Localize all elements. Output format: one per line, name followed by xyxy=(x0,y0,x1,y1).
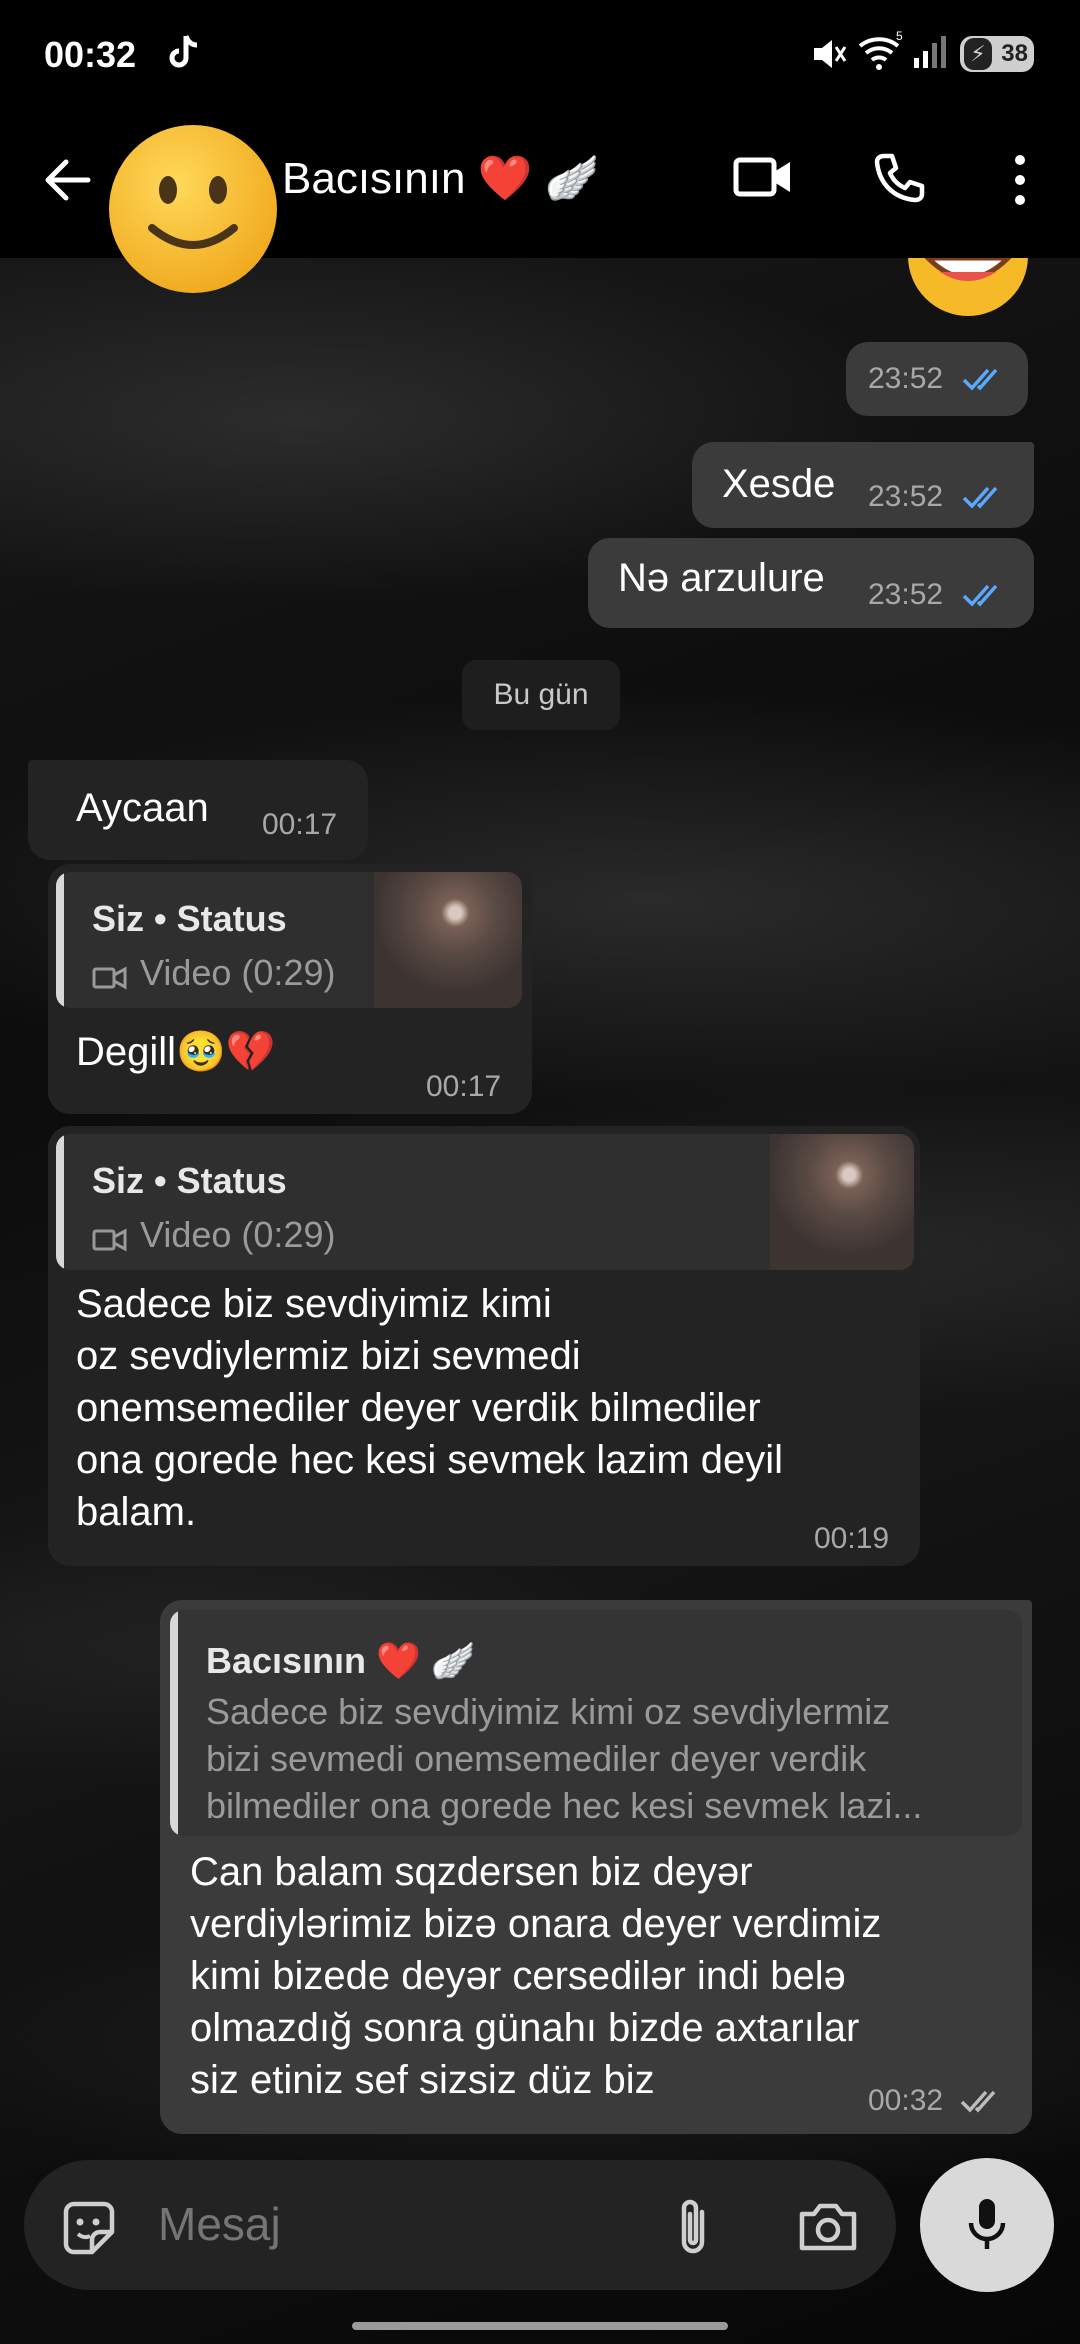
message-time: 00:17 xyxy=(262,808,338,841)
back-arrow-icon[interactable] xyxy=(38,150,98,210)
read-receipt-icon xyxy=(962,486,998,509)
message-time: 00:17 xyxy=(426,1070,502,1103)
svg-text:5: 5 xyxy=(896,30,903,43)
message-bubble-outgoing[interactable]: Xesde 23:52 xyxy=(692,442,1034,528)
paperclip-icon[interactable] xyxy=(668,2196,718,2260)
tiktok-icon xyxy=(169,35,198,68)
status-thumbnail xyxy=(770,1134,914,1270)
reply-title: Siz • Status xyxy=(92,1160,287,1201)
reply-accent-bar xyxy=(56,1134,64,1270)
wifi-icon: 5 xyxy=(858,30,903,70)
message-input[interactable] xyxy=(156,2196,640,2252)
message-line: onemsemediler deyer verdik bilmediler xyxy=(76,1386,761,1430)
reply-title: Bacısının ❤️ 🪽 xyxy=(206,1640,476,1681)
more-vertical-icon[interactable] xyxy=(1000,152,1040,208)
microphone-button[interactable] xyxy=(920,2158,1054,2292)
message-line: olmazdığ sonra günahı bizde axtarılar xyxy=(190,2006,860,2050)
status-time: 00:32 xyxy=(44,34,137,75)
reply-preview-line: bizi sevmedi onemsemediler deyer verdik xyxy=(206,1738,867,1779)
reply-preview-line: Sadece biz sevdiyimiz kimi oz sevdiylerm… xyxy=(206,1691,891,1732)
message-text: Can balam sqzdersen biz deyər verdiyləri… xyxy=(190,1846,881,2106)
message-text: Sadece biz sevdiyimiz kimi oz sevdiylerm… xyxy=(76,1278,783,1538)
mute-icon xyxy=(814,40,847,68)
message-time: 23:52 xyxy=(868,362,944,395)
reply-subtitle: Video (0:29) xyxy=(140,952,336,993)
reply-accent-bar xyxy=(56,872,64,1008)
message-bubble-outgoing[interactable]: Bacısının ❤️ 🪽 Sadece biz sevdiyimiz kim… xyxy=(160,1600,1032,2134)
contact-name[interactable]: Bacısının ❤️ 🪽 xyxy=(282,152,599,204)
message-bubble-incoming[interactable]: Aycaan 00:17 xyxy=(28,760,368,860)
camera-icon[interactable] xyxy=(796,2198,860,2254)
message-line: kimi bizede deyər cersedilər indi belə xyxy=(190,1954,846,1998)
message-text: Degill🥹💔 xyxy=(76,1030,276,1074)
message-line: ona gorede hec kesi sevmek lazim deyil xyxy=(76,1438,784,1482)
read-receipt-icon xyxy=(962,584,998,607)
message-line: Sadece biz sevdiyimiz kimi xyxy=(76,1282,552,1326)
message-bubble-incoming[interactable]: Siz • Status Video (0:29) Degill🥹💔 00:17 xyxy=(48,864,532,1114)
reply-preview-text: Sadece biz sevdiyimiz kimi oz sevdiylerm… xyxy=(206,1688,922,1829)
message-time: 23:52 xyxy=(868,578,944,611)
message-text: Xesde xyxy=(722,462,836,506)
video-call-icon[interactable] xyxy=(732,152,794,202)
video-icon xyxy=(92,1228,127,1252)
contact-avatar[interactable] xyxy=(106,122,280,296)
battery-level: 38 xyxy=(1001,40,1028,67)
reply-title: Siz • Status xyxy=(92,898,287,939)
reply-accent-bar xyxy=(170,1610,178,1836)
message-line: balam. xyxy=(76,1490,197,1534)
signal-icon xyxy=(914,36,946,68)
message-line: oz sevdiylermiz bizi sevmedi xyxy=(76,1334,581,1378)
charging-icon: ⚡ xyxy=(964,38,992,70)
microphone-icon xyxy=(968,2199,1006,2249)
message-time: 00:32 xyxy=(868,2084,944,2117)
message-time: 23:52 xyxy=(868,480,944,513)
reply-subtitle: Video (0:29) xyxy=(140,1214,336,1255)
reply-preview-line: bilmediler ona gorede hec kesi sevmek la… xyxy=(206,1785,923,1826)
message-bubble-outgoing[interactable]: 23:52 xyxy=(846,342,1028,416)
sticker-icon[interactable] xyxy=(58,2198,120,2260)
status-thumbnail xyxy=(374,872,522,1008)
phone-icon[interactable] xyxy=(870,150,926,206)
message-line: verdiylərimiz bizə onara deyer verdimiz xyxy=(190,1902,882,1946)
video-icon xyxy=(92,966,127,990)
message-time: 00:19 xyxy=(814,1522,890,1555)
quoted-status-reply[interactable]: Siz • Status Video (0:29) xyxy=(56,872,522,1008)
battery-indicator: ⚡ 38 xyxy=(960,36,1034,72)
read-receipt-icon xyxy=(962,368,998,391)
quoted-status-reply[interactable]: Siz • Status Video (0:29) xyxy=(56,1134,914,1270)
delivered-receipt-icon xyxy=(960,2090,996,2113)
message-bubble-outgoing[interactable]: Nə arzulure 23:52 xyxy=(588,538,1034,628)
quoted-message-reply[interactable]: Bacısının ❤️ 🪽 Sadece biz sevdiyimiz kim… xyxy=(170,1610,1022,1836)
message-text: Nə arzulure xyxy=(618,556,825,600)
home-indicator xyxy=(352,2322,728,2330)
message-line: siz etiniz sef sizsiz düz biz xyxy=(190,2058,655,2102)
message-text: Aycaan xyxy=(76,786,209,830)
date-separator: Bu gün xyxy=(462,660,620,730)
message-line: Can balam sqzdersen biz deyər xyxy=(190,1850,753,1894)
message-bubble-incoming[interactable]: Siz • Status Video (0:29) Sadece biz sev… xyxy=(48,1126,920,1566)
